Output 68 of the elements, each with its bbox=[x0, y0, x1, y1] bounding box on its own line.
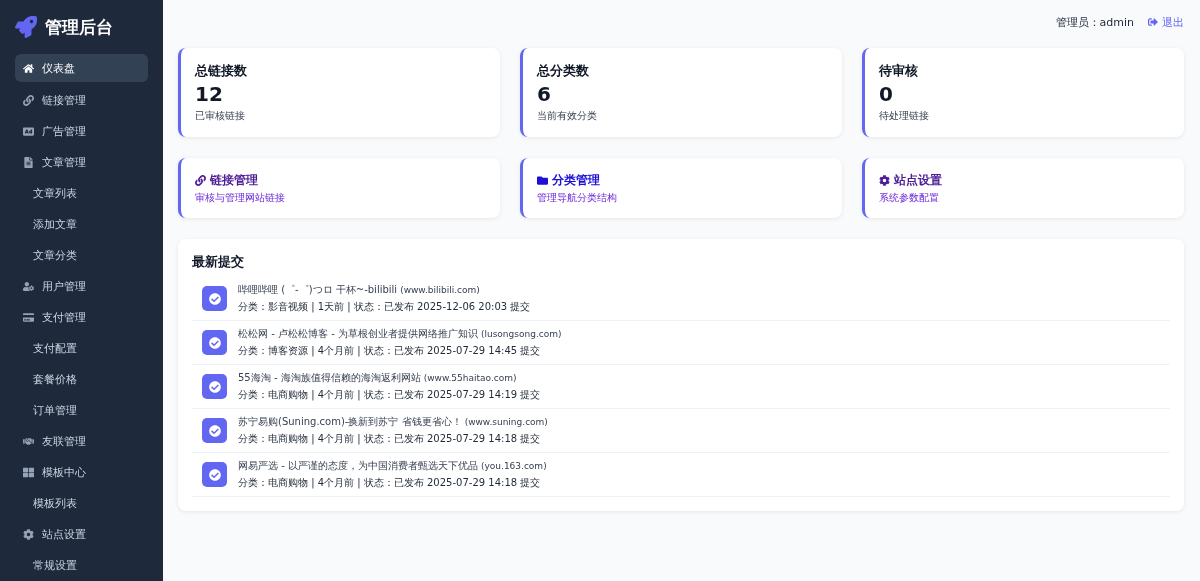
stat-title: 待审核 bbox=[879, 62, 919, 80]
site-title: 苏宁易购(Suning.com)-换新到苏宁 省钱更省心！ (www.suning.com) bbox=[238, 415, 548, 429]
site-title: 网易严选 - 以严谨的态度，为中国消费者甄选天下优品 (you.163.com) bbox=[238, 459, 547, 473]
sidebar-item[interactable]: 模板列表 bbox=[15, 488, 148, 519]
check-badge-icon bbox=[202, 374, 227, 399]
stat-note: 当前有效分类 bbox=[537, 109, 598, 123]
shortcut-card[interactable]: 站点设置 系统参数配置 bbox=[862, 158, 1184, 218]
site-title: 松松网 - 卢松松博客 - 为草根创业者提供网络推广知识 (lusongsong.com) bbox=[238, 327, 562, 341]
credit-card-icon bbox=[23, 312, 34, 323]
sidebar-item[interactable]: 常规设置 bbox=[15, 550, 148, 581]
stat-value: 0 bbox=[879, 82, 894, 106]
check-badge-icon bbox=[202, 330, 227, 355]
sidebar-item[interactable]: 链接管理 bbox=[15, 85, 148, 116]
handshake-icon bbox=[23, 436, 34, 447]
ad-icon bbox=[23, 126, 34, 137]
sidebar-item[interactable]: 订单管理 bbox=[15, 395, 148, 426]
sidebar-item[interactable]: 仪表盘 bbox=[15, 54, 148, 82]
shortcut-description: 系统参数配置 bbox=[879, 191, 940, 205]
sidebar-item[interactable]: 站点设置 bbox=[15, 519, 148, 550]
link-icon bbox=[23, 95, 34, 106]
stat-title: 总分类数 bbox=[537, 62, 590, 80]
stat-value: 6 bbox=[537, 82, 552, 106]
site-meta: 分类：电商购物 | 4个月前 | 状态：已发布 2025-07-29 14:19 提交 bbox=[238, 388, 541, 402]
site-meta: 分类：电商购物 | 4个月前 | 状态：已发布 2025-07-29 14:18 提交 bbox=[238, 476, 542, 490]
logout-link[interactable]: 退出 bbox=[1148, 14, 1184, 30]
sidebar-item[interactable]: 套餐价格 bbox=[15, 364, 148, 395]
sidebar-item[interactable]: 文章列表 bbox=[15, 178, 148, 209]
rocket-icon bbox=[15, 16, 37, 38]
stat-note: 待处理链接 bbox=[879, 109, 930, 123]
sidebar-item[interactable]: 用户管理 bbox=[15, 271, 148, 302]
sidebar-item[interactable]: 文章分类 bbox=[15, 240, 148, 271]
folder-icon bbox=[537, 175, 548, 186]
site-meta: 分类：博客资源 | 4个月前 | 状态：已发布 2025-07-29 14:45 提交 bbox=[238, 344, 542, 358]
shortcut-card[interactable]: 分类管理 管理导航分类结构 bbox=[520, 158, 842, 218]
user-gear-icon bbox=[23, 281, 34, 292]
site-title: 哔哩哔哩 (゜-゜)つロ 干杯~-bilibili (www.bilibili.com) bbox=[238, 283, 481, 297]
document-icon bbox=[23, 157, 34, 168]
shortcut-title[interactable]: 分类管理 bbox=[537, 172, 828, 189]
brand-title: 管理后台 bbox=[45, 15, 113, 39]
site-meta: 分类：电商购物 | 4个月前 | 状态：已发布 2025-07-29 14:18 提交 bbox=[238, 432, 542, 446]
gear-icon bbox=[879, 175, 890, 186]
check-badge-icon bbox=[202, 462, 227, 487]
sidebar-item[interactable]: 文章管理 bbox=[15, 147, 148, 178]
shortcut-card[interactable]: 链接管理 审核与管理网站链接 bbox=[178, 158, 500, 218]
home-icon bbox=[23, 62, 34, 74]
sidebar-item[interactable]: 支付配置 bbox=[15, 333, 148, 364]
sidebar-item[interactable]: 支付管理 bbox=[15, 302, 148, 333]
stat-title: 总链接数 bbox=[195, 62, 248, 80]
shortcut-title[interactable]: 站点设置 bbox=[879, 172, 1170, 189]
gear-icon bbox=[23, 529, 34, 540]
panel-title: 最新提交 bbox=[192, 253, 245, 271]
check-badge-icon bbox=[202, 418, 227, 443]
stat-value: 12 bbox=[195, 82, 224, 106]
grid-icon bbox=[23, 467, 34, 478]
sidebar-item[interactable]: 广告管理 bbox=[15, 116, 148, 147]
shortcut-description: 管理导航分类结构 bbox=[537, 191, 618, 205]
site-meta: 分类：影音视频 | 1天前 | 状态：已发布 2025-12-06 20:03 提交 bbox=[238, 300, 531, 314]
admin-label: 管理员：admin bbox=[1055, 14, 1134, 30]
shortcut-title[interactable]: 链接管理 bbox=[195, 172, 486, 189]
link-icon bbox=[195, 175, 206, 186]
stat-note: 已审核链接 bbox=[195, 109, 246, 123]
shortcut-description: 审核与管理网站链接 bbox=[195, 191, 286, 205]
logout-icon bbox=[1148, 17, 1158, 27]
sidebar-item[interactable]: 友联管理 bbox=[15, 426, 148, 457]
check-badge-icon bbox=[202, 286, 227, 311]
sidebar-item[interactable]: 添加文章 bbox=[15, 209, 148, 240]
sidebar-item[interactable]: 模板中心 bbox=[15, 457, 148, 488]
site-title: 55海淘 - 海淘族值得信赖的海淘返利网站 (www.55haitao.com) bbox=[238, 371, 518, 385]
